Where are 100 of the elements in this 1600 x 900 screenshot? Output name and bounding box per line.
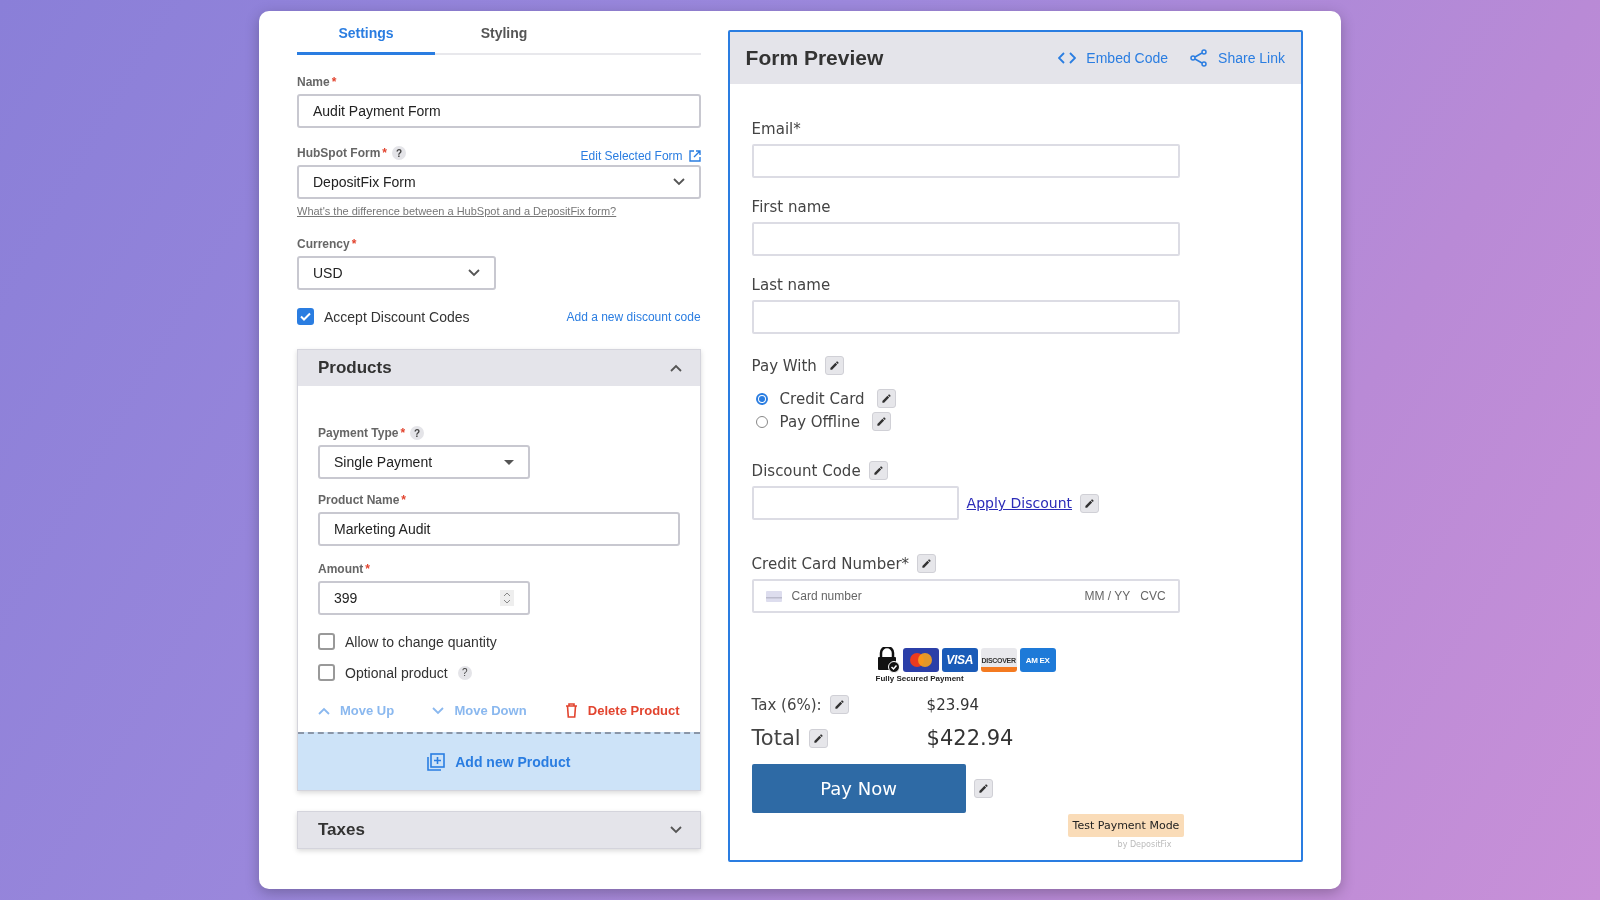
name-input[interactable]: Audit Payment Form — [297, 94, 701, 128]
pencil-icon — [833, 699, 845, 710]
tab[interactable]: Settings — [297, 13, 435, 55]
field-label: Last name — [751, 276, 831, 294]
required-asterisk: * — [400, 426, 406, 440]
form-select[interactable]: DepositFix Form — [297, 165, 701, 199]
help-icon[interactable]: ? — [392, 146, 406, 160]
pencil-icon — [872, 465, 884, 476]
pencil-icon — [880, 393, 892, 404]
pencil-icon — [876, 416, 887, 427]
checkbox[interactable] — [318, 664, 335, 681]
panel-header[interactable]: Products — [298, 350, 700, 386]
edit-button[interactable] — [872, 412, 891, 431]
credit-text: by DepositFix — [1117, 840, 1172, 849]
edit-button[interactable] — [808, 728, 828, 748]
panel-header[interactable]: Taxes — [298, 812, 700, 848]
cvc-placeholder: CVC — [1140, 589, 1166, 603]
field-label: Amount — [318, 562, 364, 576]
pay-now-button[interactable]: Pay Now — [751, 764, 966, 813]
share-icon — [1190, 49, 1209, 67]
visa-logo: VISA — [941, 648, 978, 672]
payment-type-select[interactable]: Single Payment — [318, 445, 530, 479]
preview-title: Form Preview — [745, 46, 885, 70]
field-label: HubSpot Form — [297, 146, 381, 160]
panel-title: Taxes — [318, 820, 365, 840]
total-label: Total — [751, 726, 801, 750]
checkmark-icon — [300, 312, 311, 321]
padlock-icon — [875, 647, 900, 673]
card-icon — [765, 590, 782, 602]
help-icon[interactable]: ? — [457, 665, 472, 680]
product-name-input[interactable]: Marketing Audit — [318, 512, 680, 546]
required-asterisk: * — [382, 146, 387, 160]
pencil-icon — [977, 783, 989, 794]
tab[interactable]: Styling — [435, 13, 573, 55]
code-icon — [1058, 52, 1077, 64]
pencil-icon — [921, 558, 933, 569]
checkbox[interactable] — [297, 308, 314, 325]
dropdown-arrow-icon — [504, 459, 514, 465]
field-label: Email* — [751, 120, 801, 138]
edit-button[interactable] — [973, 779, 993, 798]
card-input[interactable]: Card number MM / YY CVC — [751, 579, 1180, 613]
total-value: $422.94 — [926, 726, 1015, 750]
discount-input[interactable] — [751, 486, 959, 520]
panel-title: Products — [318, 358, 392, 378]
tax-value: $23.94 — [926, 695, 981, 714]
edit-button[interactable] — [917, 554, 937, 573]
edit-button[interactable] — [868, 461, 888, 480]
radio-button[interactable] — [755, 392, 768, 405]
add-icon — [427, 753, 446, 771]
expiry-placeholder: MM / YY — [1084, 589, 1131, 603]
chevron-up-icon — [318, 706, 330, 715]
action-button[interactable]: Delete Product — [564, 703, 680, 718]
pencil-icon — [812, 732, 824, 744]
checkbox-label: Optional product — [345, 664, 448, 681]
field-label: Payment Type — [318, 426, 399, 440]
amount-input[interactable]: 399 — [318, 581, 530, 615]
chevron-up-icon — [669, 364, 682, 372]
amex-logo: AM EX — [1019, 648, 1056, 672]
radio-label: Credit Card — [779, 389, 865, 408]
apply-discount-link[interactable]: Apply Discount — [966, 495, 1073, 511]
field-label: Currency — [297, 237, 350, 251]
mastercard-logo — [902, 648, 939, 672]
tax-label: Tax (6%): — [751, 695, 822, 714]
help-icon[interactable]: ? — [410, 426, 425, 440]
field-label: Discount Code — [751, 461, 861, 480]
text-input[interactable] — [751, 144, 1180, 178]
required-asterisk: * — [365, 562, 370, 576]
chevron-down-icon — [672, 178, 685, 186]
text-input[interactable] — [751, 222, 1180, 256]
edit-button[interactable] — [824, 356, 844, 375]
pencil-icon — [828, 360, 840, 371]
card-placeholder: Card number — [791, 589, 863, 603]
pencil-icon — [1084, 497, 1096, 509]
checkbox-label: Accept Discount Codes — [324, 308, 470, 325]
field-label: Pay With — [751, 356, 817, 375]
secure-caption: Fully Secured Payment — [875, 674, 965, 683]
edit-button[interactable] — [876, 389, 896, 408]
trash-icon — [564, 703, 578, 718]
add-discount-link[interactable]: Add a new discount code — [566, 309, 701, 324]
radio-label: Pay Offline — [779, 412, 860, 431]
text-input[interactable] — [751, 300, 1180, 334]
edit-button[interactable] — [829, 695, 849, 714]
external-link-icon — [688, 149, 701, 162]
field-label: First name — [751, 198, 831, 216]
required-asterisk: * — [331, 75, 337, 89]
checkbox[interactable] — [318, 633, 335, 650]
field-label: Name — [297, 75, 330, 89]
stepper-icon[interactable] — [500, 590, 514, 606]
checkbox-label: Allow to change quantity — [345, 633, 497, 650]
edit-form-link[interactable]: Edit Selected Form — [580, 148, 701, 163]
field-label: Credit Card Number* — [751, 554, 910, 573]
field-label: Product Name — [318, 493, 400, 507]
chevron-down-icon — [669, 826, 682, 834]
edit-button[interactable] — [1080, 493, 1100, 513]
required-asterisk: * — [351, 237, 357, 251]
required-asterisk: * — [401, 493, 407, 507]
help-link[interactable]: What's the difference between a HubSpot and a DepositFix form? — [297, 205, 617, 217]
currency-select[interactable]: USD — [297, 256, 496, 290]
chevron-down-icon — [468, 269, 480, 277]
chevron-down-icon — [432, 706, 445, 715]
